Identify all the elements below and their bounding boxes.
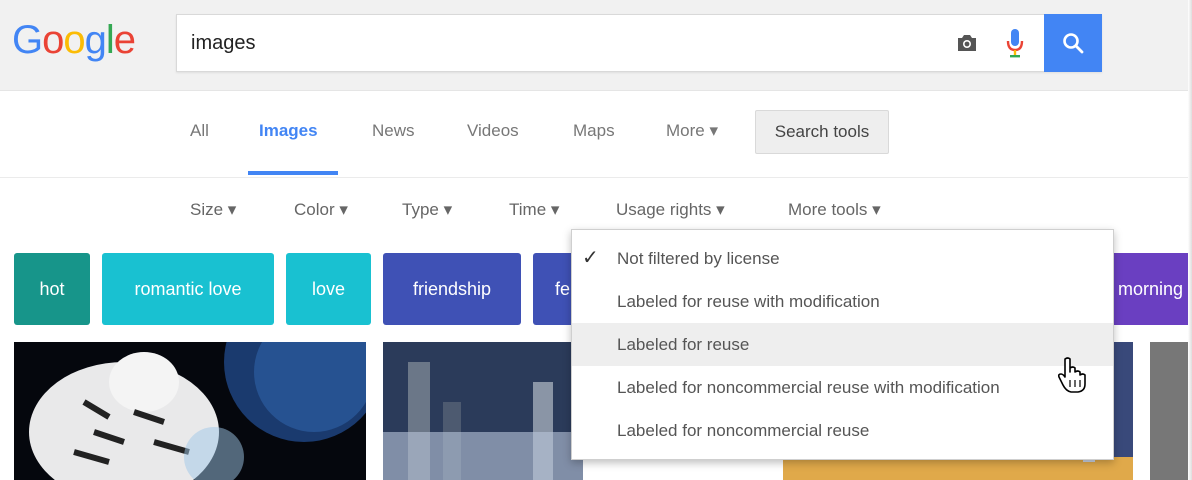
search-tools-button[interactable]: Search tools: [755, 110, 889, 154]
window-edge: [1188, 0, 1192, 480]
image-result-city[interactable]: [383, 342, 583, 480]
tab-videos[interactable]: Videos: [467, 91, 519, 171]
menu-item-reuse[interactable]: Labeled for reuse: [572, 323, 1113, 366]
logo-letter: g: [84, 18, 107, 62]
search-query-text[interactable]: images: [191, 15, 255, 71]
menu-item-not-filtered[interactable]: ✓ Not filtered by license: [572, 237, 1113, 280]
chip-hot[interactable]: hot: [14, 253, 90, 325]
header-bar: Google images: [0, 0, 1192, 91]
tool-type[interactable]: Type ▾: [402, 178, 452, 242]
search-input[interactable]: images: [176, 14, 1102, 72]
tab-images[interactable]: Images: [259, 91, 318, 171]
google-logo[interactable]: Google: [12, 14, 136, 66]
logo-letter: o: [42, 18, 64, 62]
search-button[interactable]: [1044, 14, 1102, 72]
tab-maps[interactable]: Maps: [573, 91, 615, 171]
checkmark-icon: ✓: [582, 247, 599, 269]
tab-all[interactable]: All: [190, 91, 209, 171]
image-result-partial[interactable]: [1150, 342, 1192, 480]
chip-morning[interactable]: morning: [1110, 253, 1192, 325]
menu-item-label: Labeled for noncommercial reuse with mod…: [617, 378, 1000, 397]
logo-letter: G: [12, 18, 43, 62]
logo-letter: o: [63, 18, 85, 62]
menu-item-noncommercial-with-modification[interactable]: Labeled for noncommercial reuse with mod…: [572, 366, 1113, 409]
tool-color[interactable]: Color ▾: [294, 178, 348, 242]
menu-item-label: Not filtered by license: [617, 249, 780, 268]
menu-item-label: Labeled for reuse: [617, 335, 750, 354]
active-tab-underline: [248, 171, 338, 175]
tool-time[interactable]: Time ▾: [509, 178, 559, 242]
menu-item-noncommercial[interactable]: Labeled for noncommercial reuse: [572, 409, 1113, 452]
chip-friendship[interactable]: friendship: [383, 253, 521, 325]
menu-item-reuse-with-modification[interactable]: Labeled for reuse with modification: [572, 280, 1113, 323]
menu-item-label: Labeled for noncommercial reuse: [617, 421, 870, 440]
tab-more[interactable]: More ▾: [666, 91, 718, 171]
city-image: [383, 342, 583, 480]
image-result-tiger[interactable]: [14, 342, 366, 480]
chip-love[interactable]: love: [286, 253, 371, 325]
logo-letter: l: [105, 18, 115, 62]
tool-size[interactable]: Size ▾: [190, 178, 236, 242]
menu-item-label: Labeled for reuse with modification: [617, 292, 880, 311]
microphone-icon[interactable]: [1005, 28, 1025, 58]
usage-rights-menu: ✓ Not filtered by license Labeled for re…: [571, 229, 1114, 460]
camera-icon[interactable]: [955, 31, 979, 55]
search-tabs: All Images News Videos Maps More ▾ Searc…: [0, 91, 1192, 178]
logo-letter: e: [113, 18, 136, 62]
search-icon: [1063, 33, 1084, 54]
tab-news[interactable]: News: [372, 91, 415, 171]
chip-romantic-love[interactable]: romantic love: [102, 253, 274, 325]
tiger-image: [29, 342, 366, 480]
hand-cursor-icon: [1057, 357, 1086, 393]
